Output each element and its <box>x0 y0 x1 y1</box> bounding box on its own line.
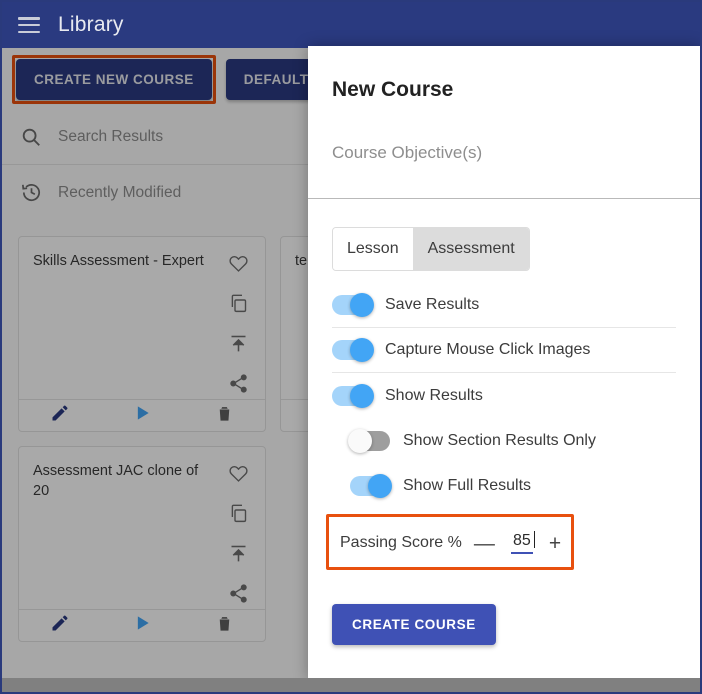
toggle-show-results[interactable] <box>332 383 374 408</box>
toggle-label-capture-mouse-click-images: Capture Mouse Click Images <box>385 341 591 358</box>
toggle-label-save-results: Save Results <box>385 296 480 313</box>
toggle-row-show-results: Show Results <box>332 373 676 418</box>
passing-score-value[interactable]: 85 <box>510 532 533 554</box>
page-title: Library <box>58 13 124 36</box>
course-type-tabs: Lesson Assessment <box>332 227 530 271</box>
text-caret <box>533 531 535 548</box>
dialog-divider <box>308 198 700 199</box>
toggle-label-show-section-results-only: Show Section Results Only <box>403 431 596 449</box>
toggle-row-capture-mouse-click-images: Capture Mouse Click Images <box>332 328 676 373</box>
create-course-button[interactable]: CREATE COURSE <box>332 604 496 645</box>
passing-score-value-wrapper[interactable]: 85 <box>507 531 537 554</box>
toggle-capture-mouse-click-images[interactable] <box>332 338 374 362</box>
passing-score-decrement-button[interactable]: — <box>472 533 497 554</box>
toggle-label-show-results: Show Results <box>385 386 483 404</box>
toggle-row-show-full-results: Show Full Results <box>332 463 676 508</box>
toggle-label-show-full-results: Show Full Results <box>403 476 532 494</box>
tab-lesson[interactable]: Lesson <box>333 228 413 270</box>
toggle-save-results[interactable] <box>332 293 374 317</box>
passing-score-label: Passing Score % <box>340 534 462 551</box>
dialog-title: New Course <box>332 78 454 101</box>
passing-score-field[interactable]: Passing Score % — 85 + <box>332 522 568 564</box>
course-objective-placeholder: Course Objective(s) <box>332 143 483 162</box>
new-course-dialog: New Course Course Objective(s) Lesson As… <box>308 46 700 680</box>
app-header: Library <box>2 2 700 48</box>
passing-score-increment-button[interactable]: + <box>547 533 563 554</box>
toggle-show-full-results[interactable] <box>350 473 392 498</box>
app-window: Library CREATE NEW COURSE DEFAULTS Se Se… <box>0 0 702 694</box>
assessment-options-list: Save Results Capture Mouse Click Images … <box>332 283 676 508</box>
horizontal-scrollbar[interactable] <box>2 678 700 692</box>
hamburger-icon[interactable] <box>18 17 40 33</box>
tab-assessment[interactable]: Assessment <box>412 228 529 270</box>
toggle-row-save-results: Save Results <box>332 283 676 328</box>
course-objective-input[interactable]: Course Objective(s) <box>332 102 676 198</box>
toggle-show-section-results-only[interactable] <box>348 428 390 453</box>
passing-score-wrapper: Passing Score % — 85 + <box>326 514 574 570</box>
toggle-row-show-section-results-only: Show Section Results Only <box>332 418 676 463</box>
